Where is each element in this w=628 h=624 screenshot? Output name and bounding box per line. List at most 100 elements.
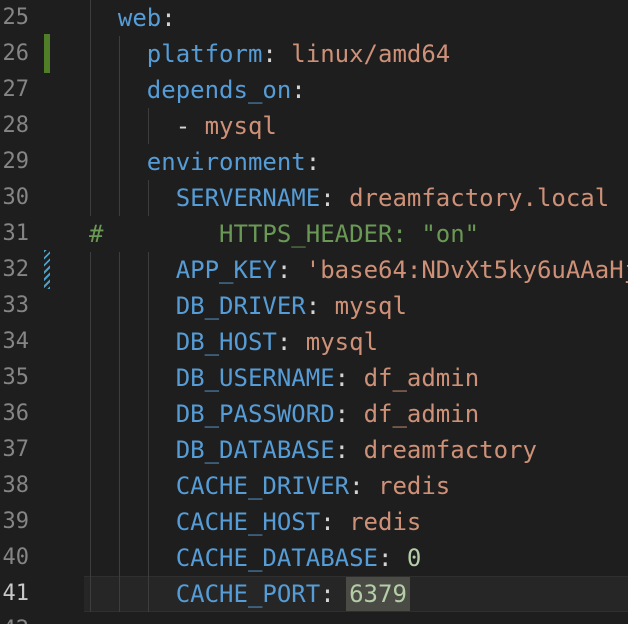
token-str: dreamfactory.local (349, 184, 609, 212)
code-line[interactable]: 32 APP_KEY: 'base64:NDvXt5ky6uAAaHj (0, 252, 628, 288)
line-number[interactable]: 40 (0, 540, 29, 576)
code-line[interactable]: 38 CACHE_DRIVER: redis (0, 468, 628, 504)
token-key: CACHE_HOST (176, 508, 321, 536)
code-content[interactable]: environment: (89, 144, 628, 180)
line-number[interactable]: 41 (0, 576, 29, 612)
token-key: SERVERNAME (176, 184, 321, 212)
code-content[interactable]: - mysql (89, 108, 628, 144)
line-number[interactable]: 26 (0, 36, 29, 72)
token-punct: - (176, 112, 205, 140)
line-number[interactable]: 32 (0, 252, 29, 288)
token-str: redis (378, 472, 450, 500)
token-ws (89, 472, 176, 500)
line-number[interactable]: 39 (0, 504, 29, 540)
code-line[interactable]: 34 DB_HOST: mysql (0, 324, 628, 360)
code-content[interactable]: APP_KEY: 'base64:NDvXt5ky6uAAaHj (89, 252, 628, 288)
code-line[interactable]: 39 CACHE_HOST: redis (0, 504, 628, 540)
code-line[interactable]: 41 CACHE_PORT: 6379 (0, 576, 628, 612)
token-key: CACHE_DRIVER (176, 472, 349, 500)
code-line[interactable]: 27 depends_on: (0, 72, 628, 108)
token-key: depends_on (147, 76, 292, 104)
code-content[interactable]: web: (89, 0, 628, 36)
line-number[interactable]: 38 (0, 468, 29, 504)
line-number[interactable]: 31 (0, 216, 29, 252)
code-content[interactable]: CACHE_DRIVER: redis (89, 468, 628, 504)
code-content[interactable]: DB_DATABASE: dreamfactory (89, 432, 628, 468)
token-ws (89, 184, 176, 212)
line-number[interactable]: 29 (0, 144, 29, 180)
line-number[interactable]: 34 (0, 324, 29, 360)
line-number[interactable]: 30 (0, 180, 29, 216)
code-content[interactable]: CACHE_HOST: redis (89, 504, 628, 540)
line-number[interactable]: 33 (0, 288, 29, 324)
code-content[interactable]: # HTTPS_HEADER: "on" (89, 216, 628, 252)
code-line[interactable]: 35 DB_USERNAME: df_admin (0, 360, 628, 396)
code-line[interactable]: 33 DB_DRIVER: mysql (0, 288, 628, 324)
token-num: 0 (407, 544, 421, 572)
code-content[interactable]: DB_DRIVER: mysql (89, 288, 628, 324)
line-number[interactable]: 25 (0, 0, 29, 36)
code-content[interactable]: DB_USERNAME: df_admin (89, 360, 628, 396)
line-number[interactable]: 42 (0, 612, 29, 624)
code-line[interactable]: 31 # HTTPS_HEADER: "on" (0, 216, 628, 252)
token-punct: : (335, 436, 364, 464)
token-str: mysql (205, 112, 277, 140)
token-key: DB_DRIVER (176, 292, 306, 320)
token-str: df_admin (364, 400, 480, 428)
code-content[interactable]: DB_PASSWORD: df_admin (89, 396, 628, 432)
code-content[interactable]: DB_HOST: mysql (89, 324, 628, 360)
line-number[interactable]: 28 (0, 108, 29, 144)
token-punct: : (320, 580, 349, 608)
token-ws (89, 292, 176, 320)
token-punct: : (320, 508, 349, 536)
token-punct: : (378, 544, 407, 572)
line-number[interactable]: 36 (0, 396, 29, 432)
token-str: mysql (306, 328, 378, 356)
token-str: redis (349, 508, 421, 536)
token-punct: : (320, 184, 349, 212)
code-line[interactable]: 36 DB_PASSWORD: df_admin (0, 396, 628, 432)
token-punct: : (306, 148, 320, 176)
code-line[interactable]: 25 web: (0, 0, 628, 36)
token-key: DB_PASSWORD (176, 400, 335, 428)
code-content[interactable]: CACHE_DATABASE: 0 (89, 540, 628, 576)
token-ws (89, 328, 176, 356)
token-punct: : (291, 76, 305, 104)
code-line[interactable]: 42 (0, 612, 628, 624)
token-str: df_admin (364, 364, 480, 392)
find-match-highlight: 6379 (346, 577, 410, 611)
code-content[interactable]: platform: linux/amd64 (89, 36, 628, 72)
code-content[interactable]: CACHE_PORT: 6379 (89, 576, 628, 612)
token-ws (89, 76, 147, 104)
token-punct: : (277, 328, 306, 356)
token-punct: : (277, 256, 306, 284)
line-number[interactable]: 37 (0, 432, 29, 468)
code-line[interactable]: 37 DB_DATABASE: dreamfactory (0, 432, 628, 468)
token-punct: : (349, 472, 378, 500)
token-str: linux/amd64 (291, 40, 450, 68)
code-line[interactable]: 26 platform: linux/amd64 (0, 36, 628, 72)
token-str: 'base64:NDvXt5ky6uAAaHj (306, 256, 628, 284)
token-ws (89, 436, 176, 464)
token-key: web (118, 4, 161, 32)
line-number[interactable]: 35 (0, 360, 29, 396)
token-ws (89, 508, 176, 536)
token-ws (89, 112, 176, 140)
code-line[interactable]: 30 SERVERNAME: dreamfactory.local (0, 180, 628, 216)
git-gutter-indicator[interactable] (44, 34, 50, 73)
code-line[interactable]: 40 CACHE_DATABASE: 0 (0, 540, 628, 576)
token-punct: : (161, 4, 175, 32)
yaml-code-editor[interactable]: 25 web: 26 platform: linux/amd64 27 depe… (0, 0, 628, 624)
code-content[interactable]: depends_on: (89, 72, 628, 108)
code-content[interactable]: SERVERNAME: dreamfactory.local (89, 180, 628, 216)
token-ws (89, 256, 176, 284)
git-gutter-indicator[interactable] (44, 250, 50, 289)
token-ws (89, 400, 176, 428)
token-key: APP_KEY (176, 256, 277, 284)
line-number[interactable]: 27 (0, 72, 29, 108)
code-line[interactable]: 28 - mysql (0, 108, 628, 144)
token-punct: : (262, 40, 291, 68)
code-line[interactable]: 29 environment: (0, 144, 628, 180)
token-ws (89, 364, 176, 392)
token-key: CACHE_PORT (176, 580, 321, 608)
